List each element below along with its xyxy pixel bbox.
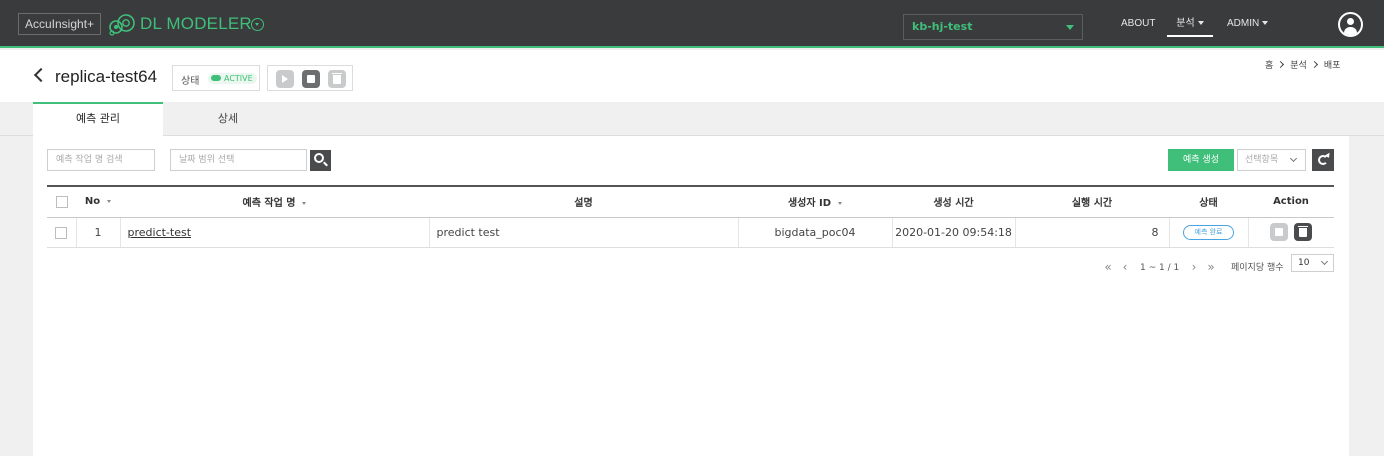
caret-down-icon (1262, 21, 1269, 25)
next-page-icon[interactable]: › (1188, 260, 1200, 274)
breadcrumb-home[interactable]: 홈 (1265, 61, 1273, 71)
breadcrumb-analysis[interactable]: 분석 (1290, 61, 1307, 71)
sort-icon (838, 202, 843, 206)
prediction-table: No 예측 작업 명 설명 생성자 ID 생성 시간 실행 시간 상태 Acti… (47, 185, 1334, 248)
create-prediction-button[interactable]: 예측 생성 (1168, 149, 1234, 171)
item-select[interactable]: 선택항목 (1237, 149, 1306, 171)
breadcrumb: 홈 분석 배포 (1265, 60, 1340, 72)
row-created-time: 2020-01-20 09:54:18 (891, 217, 1015, 248)
project-select[interactable]: kb-hj-test (903, 14, 1083, 40)
delete-button[interactable] (328, 70, 346, 88)
app-title[interactable]: DL MODELER (140, 12, 252, 36)
row-job-name-cell: predict-test (119, 217, 429, 248)
nav-about[interactable]: ABOUT (1121, 17, 1155, 31)
row-action-cell (1247, 217, 1334, 248)
play-icon (282, 75, 288, 83)
search-button[interactable] (310, 150, 331, 171)
col-no[interactable]: No (76, 185, 120, 218)
table-header-row: No 예측 작업 명 설명 생성자 ID 생성 시간 실행 시간 상태 Acti… (47, 185, 1334, 218)
row-checkbox[interactable] (55, 226, 68, 239)
sort-icon (302, 202, 307, 206)
content-panel (33, 136, 1349, 456)
col-creator[interactable]: 생성자 ID (738, 185, 892, 218)
row-stop-button[interactable] (1270, 223, 1289, 241)
chevron-down-icon (1320, 257, 1329, 266)
col-action: Action (1248, 185, 1334, 218)
dl-modeler-logo-icon (109, 14, 135, 36)
nav-analysis[interactable]: 분석 (1167, 17, 1213, 37)
select-all-cell (47, 185, 76, 218)
row-description: predict test (428, 217, 738, 248)
tab-bar: 예측 관리 상세 (0, 102, 1384, 136)
chevron-down-icon (1289, 154, 1298, 163)
select-all-checkbox[interactable] (55, 195, 68, 208)
breadcrumb-deploy: 배포 (1323, 61, 1341, 71)
tab-detail[interactable]: 상세 (163, 102, 293, 136)
date-range-input[interactable] (170, 149, 307, 171)
project-select-value: kb-hj-test (912, 20, 973, 33)
caret-down-icon (1066, 25, 1074, 30)
stop-icon (1275, 228, 1284, 236)
user-avatar-icon[interactable] (1338, 12, 1363, 37)
control-buttons (267, 65, 353, 91)
first-page-icon[interactable]: « (1102, 260, 1114, 274)
play-button[interactable] (276, 70, 294, 88)
last-page-icon[interactable]: » (1205, 260, 1217, 274)
stop-button[interactable] (302, 70, 320, 88)
col-created-time: 생성 시간 (892, 185, 1015, 218)
trash-icon (1298, 226, 1309, 237)
trash-icon (332, 73, 342, 84)
caret-down-icon (1197, 21, 1204, 25)
refresh-button[interactable] (1312, 149, 1334, 171)
row-delete-button[interactable] (1294, 223, 1313, 241)
col-run-time: 실행 시간 (1015, 185, 1169, 218)
app-switch-chevron-icon[interactable] (251, 18, 264, 31)
brand-logo[interactable]: AccuInsight+ (18, 13, 102, 35)
table-row: 1 predict-test predict test bigdata_poc0… (47, 217, 1334, 248)
job-name-search-input[interactable] (47, 149, 155, 171)
status-box: 상태 ACTIVE (172, 65, 260, 91)
chevron-right-icon (1277, 60, 1285, 69)
status-badge: 예측 완료 (1183, 225, 1234, 240)
chevron-right-icon (1310, 60, 1318, 69)
row-run-time: 8 (1014, 217, 1169, 248)
page-title: replica-test64 (55, 67, 158, 86)
rows-per-page-label: 페이지당 행수 (1231, 263, 1284, 273)
status-label: 상태 (181, 76, 200, 87)
prev-page-icon[interactable]: ‹ (1119, 260, 1131, 274)
col-job-name[interactable]: 예측 작업 명 (120, 185, 429, 218)
job-name-link[interactable]: predict-test (128, 226, 192, 239)
row-creator: bigdata_poc04 (737, 217, 892, 248)
sort-icon (107, 200, 112, 204)
row-status-cell: 예측 완료 (1168, 217, 1248, 248)
tab-prediction-management[interactable]: 예측 관리 (33, 102, 163, 136)
status-badge: ACTIVE (208, 73, 257, 84)
col-description: 설명 (429, 185, 738, 218)
row-select-cell (47, 217, 76, 248)
row-no: 1 (75, 217, 120, 248)
rows-per-page-select[interactable]: 10 (1291, 254, 1334, 272)
stop-icon (307, 75, 315, 83)
nav-admin[interactable]: ADMIN (1227, 17, 1269, 31)
col-status: 상태 (1169, 185, 1248, 218)
page-range: 1 ~ 1 / 1 (1140, 263, 1180, 273)
top-bar: AccuInsight+ DL MODELER kb-hj-test ABOUT… (0, 0, 1384, 48)
